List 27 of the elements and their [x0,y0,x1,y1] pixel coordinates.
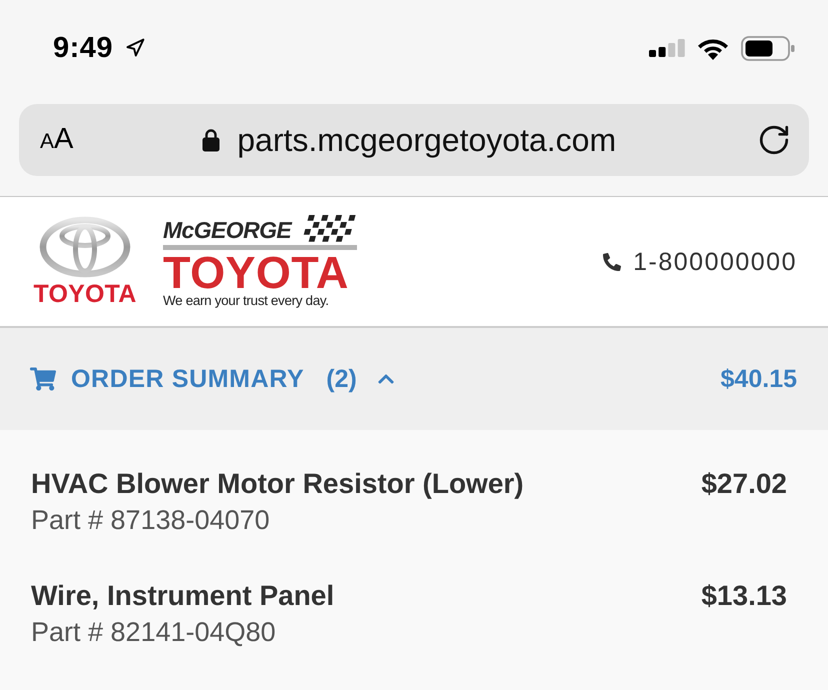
reload-icon[interactable] [757,123,791,157]
item-price: $27.02 [701,467,787,501]
part-number: Part # 87138-04070 [31,504,270,537]
cart-icon [30,366,56,392]
battery-icon [741,36,795,60]
dealer-name: McGEORGE [163,216,292,242]
clock-time: 9:49 [53,31,114,65]
order-summary-title: ORDER SUMMARY [71,364,304,394]
order-summary-bar[interactable]: ORDER SUMMARY (2) $40.15 [0,328,828,430]
address-bar[interactable]: AA parts.mcgeorgetoyota.com [19,104,809,176]
text-size-button[interactable]: AA [40,122,74,158]
item-name: HVAC Blower Motor Resistor (Lower) [31,467,524,501]
wifi-icon [697,36,729,60]
order-total: $40.15 [720,364,797,394]
signal-bars-icon [649,39,685,57]
item-count: (2) [326,364,357,394]
brand-wordmark: TOYOTA [33,281,137,307]
checkered-flag-icon [301,214,357,242]
url-text: parts.mcgeorgetoyota.com [237,121,616,159]
phone-icon [603,252,622,270]
item-name: Wire, Instrument Panel [31,579,334,613]
dealer-wordmark: TOYOTA [163,252,350,292]
item-price: $13.13 [701,579,787,613]
dealer-tagline: We earn your trust every day. [163,292,330,308]
oval-emblem-icon [39,216,131,278]
part-number: Part # 82141-04Q80 [31,616,276,649]
phone-number-link[interactable]: 1-800000000 [633,246,797,276]
